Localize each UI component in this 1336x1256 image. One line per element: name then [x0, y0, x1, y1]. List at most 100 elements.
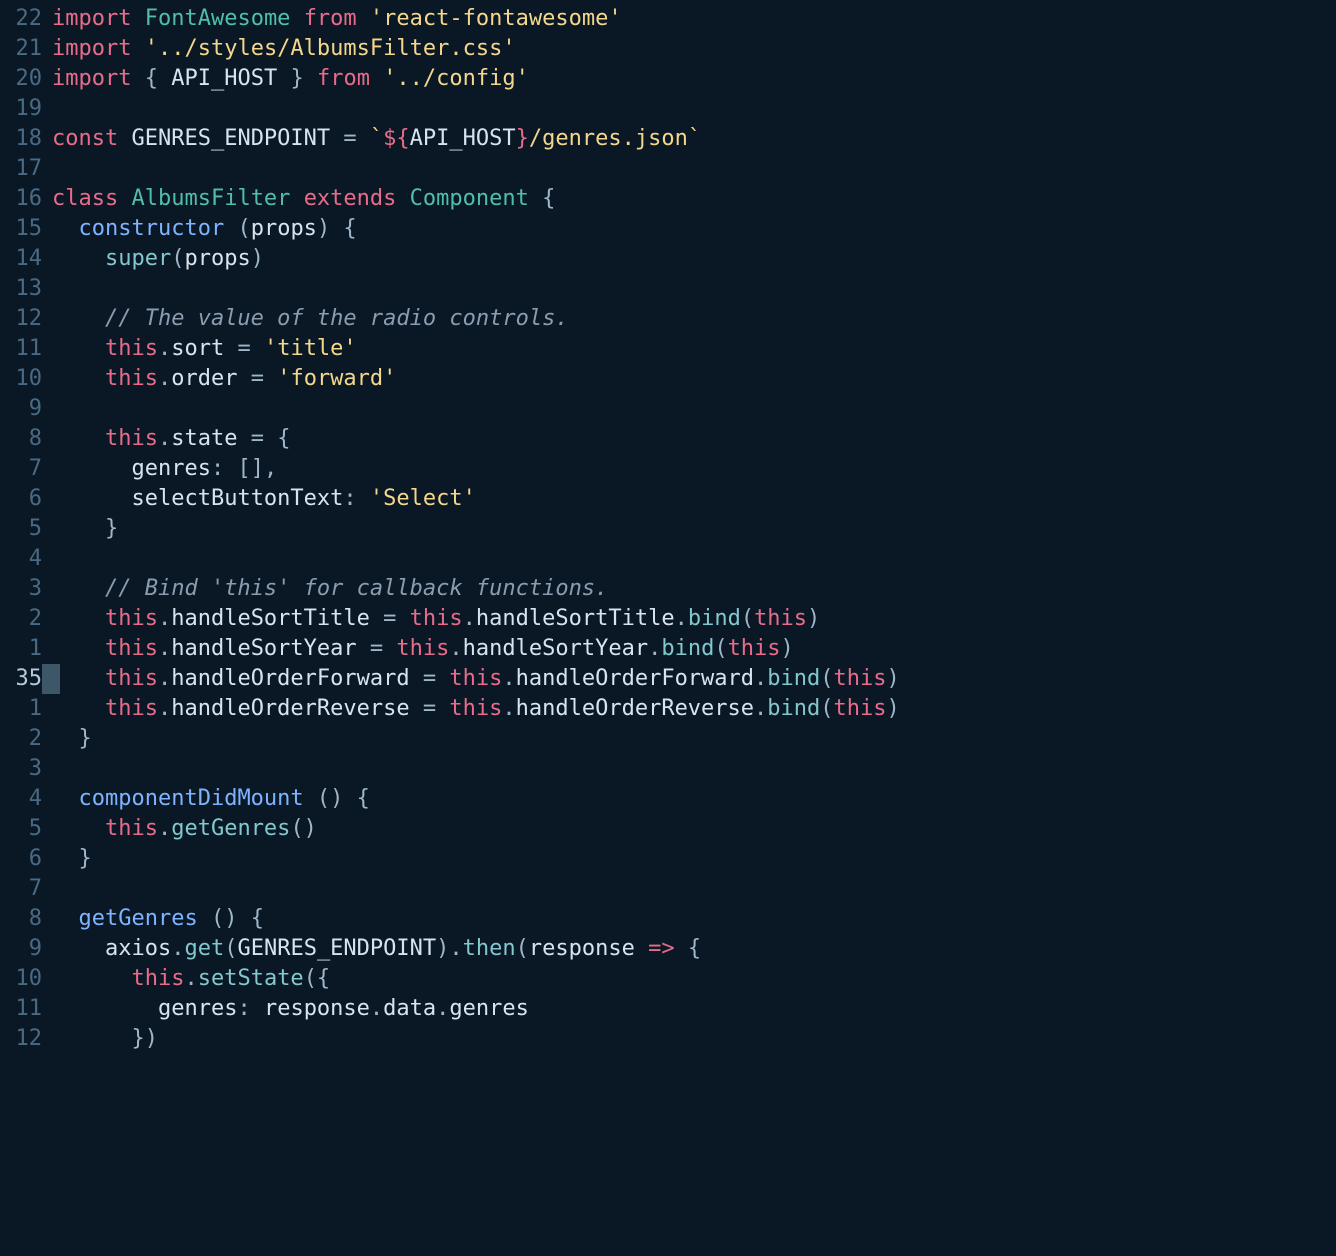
code-line[interactable]: constructor (props) {: [52, 214, 1336, 244]
token-pun: [52, 306, 105, 331]
token-pun: .: [754, 666, 767, 691]
line-number: 4: [0, 784, 42, 814]
code-line[interactable]: }: [52, 724, 1336, 754]
code-line[interactable]: import { API_HOST } from '../config': [52, 64, 1336, 94]
code-editor[interactable]: 2221201918171615141312111098765432135123…: [0, 0, 1336, 1256]
token-pun: [635, 936, 648, 961]
token-kw: this: [834, 666, 887, 691]
token-pun: (: [516, 936, 529, 961]
line-number: 10: [0, 964, 42, 994]
token-pun: .: [436, 996, 449, 1021]
code-line[interactable]: [52, 754, 1336, 784]
token-pun: () {: [198, 906, 264, 931]
code-area[interactable]: import FontAwesome from 'react-fontaweso…: [52, 0, 1336, 1256]
token-prop: handleSortTitle: [476, 606, 675, 631]
code-line[interactable]: import '../styles/AlbumsFilter.css': [52, 34, 1336, 64]
code-line[interactable]: this.getGenres(): [52, 814, 1336, 844]
line-number: 4: [0, 544, 42, 574]
token-pun: .: [171, 936, 184, 961]
code-line[interactable]: this.state = {: [52, 424, 1336, 454]
code-line[interactable]: }: [52, 844, 1336, 874]
token-pun: .: [158, 696, 171, 721]
token-pun: ) {: [317, 216, 357, 241]
code-line[interactable]: this.handleOrderForward = this.handleOrd…: [52, 664, 1336, 694]
token-kw: class: [52, 186, 118, 211]
token-pun: [52, 906, 79, 931]
code-line[interactable]: [52, 394, 1336, 424]
code-line[interactable]: [52, 874, 1336, 904]
token-cmt: // Bind 'this' for callback functions.: [105, 576, 608, 601]
code-line[interactable]: selectButtonText: 'Select': [52, 484, 1336, 514]
token-pun: [357, 6, 370, 31]
code-line[interactable]: class AlbumsFilter extends Component {: [52, 184, 1336, 214]
code-line[interactable]: // The value of the radio controls.: [52, 304, 1336, 334]
token-fn: then: [463, 936, 516, 961]
token-pun: [131, 6, 144, 31]
token-type: AlbumsFilter: [131, 186, 290, 211]
token-kw: this: [105, 426, 158, 451]
code-line[interactable]: this.sort = 'title': [52, 334, 1336, 364]
token-kw: this: [834, 696, 887, 721]
token-kw: from: [304, 6, 357, 31]
token-id: response: [264, 996, 370, 1021]
token-pun: ): [807, 606, 820, 631]
code-line[interactable]: }: [52, 514, 1336, 544]
token-fn: super: [105, 246, 171, 271]
token-pun: {: [529, 186, 556, 211]
token-kw2: getGenres: [79, 906, 198, 931]
code-line[interactable]: [52, 544, 1336, 574]
token-pun: .: [158, 816, 171, 841]
token-arrow: =>: [648, 936, 675, 961]
token-pun: .: [158, 366, 171, 391]
token-pun: [52, 666, 105, 691]
token-prop: handleOrderReverse: [516, 696, 754, 721]
code-line[interactable]: import FontAwesome from 'react-fontaweso…: [52, 4, 1336, 34]
token-kw: const: [52, 126, 118, 151]
line-number: 5: [0, 514, 42, 544]
token-pun: (: [224, 936, 237, 961]
code-line[interactable]: [52, 274, 1336, 304]
token-pun: [52, 426, 105, 451]
token-kw: this: [131, 966, 184, 991]
token-kw: this: [105, 336, 158, 361]
code-line[interactable]: axios.get(GENRES_ENDPOINT).then(response…: [52, 934, 1336, 964]
code-line[interactable]: }): [52, 1024, 1336, 1054]
line-number: 9: [0, 934, 42, 964]
code-line[interactable]: this.handleSortYear = this.handleSortYea…: [52, 634, 1336, 664]
code-line[interactable]: this.order = 'forward': [52, 364, 1336, 394]
line-number: 17: [0, 154, 42, 184]
code-line[interactable]: // Bind 'this' for callback functions.: [52, 574, 1336, 604]
code-line[interactable]: getGenres () {: [52, 904, 1336, 934]
token-tmplid: API_HOST: [410, 126, 516, 151]
token-pun: =: [410, 696, 450, 721]
code-line[interactable]: this.handleSortTitle = this.handleSortTi…: [52, 604, 1336, 634]
token-prop: genres: [449, 996, 528, 1021]
token-pun: =: [224, 336, 264, 361]
code-line[interactable]: [52, 154, 1336, 184]
code-line[interactable]: const GENRES_ENDPOINT = `${API_HOST}/gen…: [52, 124, 1336, 154]
token-kw: this: [449, 696, 502, 721]
token-str: '../styles/AlbumsFilter.css': [145, 36, 516, 61]
token-kw: this: [728, 636, 781, 661]
token-id: response: [529, 936, 635, 961]
code-line[interactable]: componentDidMount () {: [52, 784, 1336, 814]
token-pun: [52, 486, 131, 511]
code-line[interactable]: this.setState({: [52, 964, 1336, 994]
token-pun: [52, 936, 105, 961]
code-line[interactable]: super(props): [52, 244, 1336, 274]
token-pun: }: [52, 846, 92, 871]
token-kw2: componentDidMount: [79, 786, 304, 811]
token-pun: [52, 246, 105, 271]
token-prop: selectButtonText: [131, 486, 343, 511]
line-number: 2: [0, 724, 42, 754]
line-number: 1: [0, 634, 42, 664]
token-pun: [52, 786, 79, 811]
line-number: 2: [0, 604, 42, 634]
code-line[interactable]: [52, 94, 1336, 124]
token-pun: (: [820, 696, 833, 721]
code-line[interactable]: genres: [],: [52, 454, 1336, 484]
code-line[interactable]: genres: response.data.genres: [52, 994, 1336, 1024]
code-line[interactable]: this.handleOrderReverse = this.handleOrd…: [52, 694, 1336, 724]
token-pun: [52, 576, 105, 601]
token-pun: }: [52, 516, 118, 541]
